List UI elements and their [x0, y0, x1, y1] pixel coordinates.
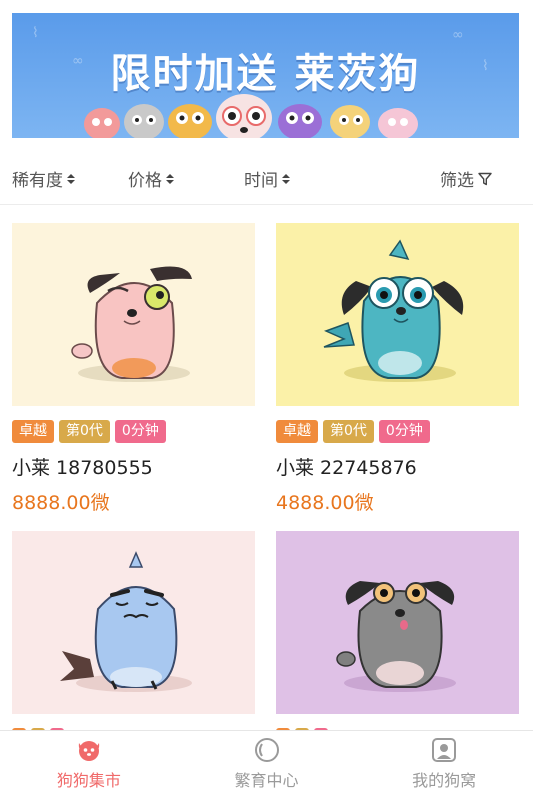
banner-dogs-illustration: [84, 94, 418, 138]
rarity-tag: 卓越: [12, 420, 54, 443]
time-tag: 0分钟: [378, 420, 430, 443]
sort-arrows-icon: [67, 173, 75, 184]
sort-price-label: 价格: [128, 171, 162, 191]
nav-label: 繁育中心: [234, 771, 299, 790]
dog-face-icon: [78, 741, 99, 761]
sort-rarity-button[interactable]: 稀有度: [12, 166, 75, 191]
dog-name: 小莱 18780555: [12, 457, 153, 479]
funnel-icon: [478, 172, 492, 185]
sort-arrows-icon: [166, 173, 174, 184]
tag-row: 卓越 第0代 0分钟: [12, 420, 255, 443]
generation-tag: 第0代: [323, 420, 374, 443]
dog-card[interactable]: 卓越 第0代 0分钟 小莱 22745876 4888.00微: [276, 223, 519, 515]
filter-label: 筛选: [440, 171, 474, 191]
nav-label: 狗狗集市: [56, 771, 121, 790]
dog-card[interactable]: [12, 531, 255, 761]
ring-icon: [254, 738, 279, 762]
dog-price: 8888.00微: [12, 492, 110, 514]
profile-icon: [432, 738, 457, 762]
sort-time-label: 时间: [244, 171, 278, 191]
dog-card[interactable]: 卓越 第0代 0分钟 小莱 18780555 8888.00微: [12, 223, 255, 515]
dog-image: [276, 531, 519, 714]
sort-rarity-label: 稀有度: [12, 171, 63, 191]
time-tag: 0分钟: [114, 420, 166, 443]
nav-item-breeding[interactable]: 繁育中心: [178, 731, 356, 795]
filter-button[interactable]: 筛选: [440, 166, 492, 191]
sort-time-button[interactable]: 时间: [244, 166, 290, 191]
promo-banner[interactable]: ⌇ ∞ ∞ ⌇ 限时加送 莱茨狗: [12, 13, 519, 138]
rarity-tag: 卓越: [276, 420, 318, 443]
nav-item-market[interactable]: 狗狗集市: [0, 731, 178, 795]
bone-decoration: ⌇: [32, 25, 39, 41]
sort-arrows-icon: [282, 173, 290, 184]
dog-card[interactable]: [276, 531, 519, 761]
dog-image: [276, 223, 519, 406]
nav-item-my-kennel[interactable]: 我的狗窝: [355, 731, 533, 795]
bottom-nav: 狗狗集市 繁育中心 我的狗窝: [0, 730, 533, 795]
nav-label: 我的狗窝: [412, 771, 477, 790]
dog-image: [12, 223, 255, 406]
dog-image: [12, 531, 255, 714]
sort-price-button[interactable]: 价格: [128, 166, 174, 191]
dog-name: 小莱 22745876: [276, 457, 417, 479]
generation-tag: 第0代: [59, 420, 110, 443]
tag-row: 卓越 第0代 0分钟: [276, 420, 519, 443]
filter-bar: 稀有度 价格 时间 筛选: [0, 150, 533, 205]
dog-price: 4888.00微: [276, 492, 374, 514]
